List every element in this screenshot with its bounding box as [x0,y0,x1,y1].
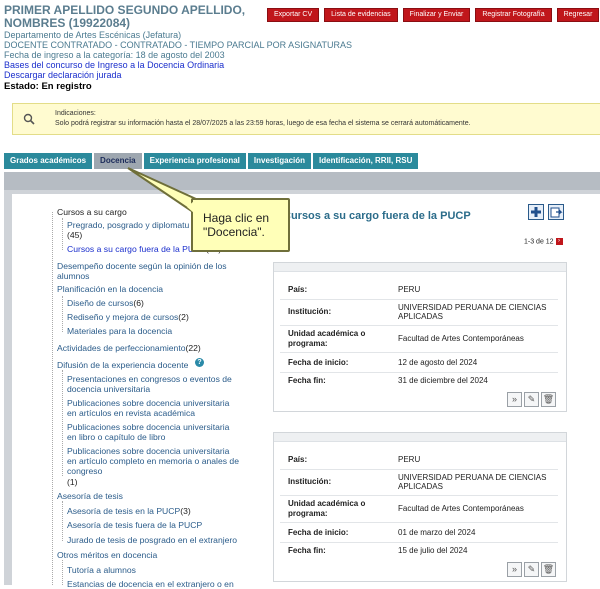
callout-pointer-cover [187,201,194,213]
